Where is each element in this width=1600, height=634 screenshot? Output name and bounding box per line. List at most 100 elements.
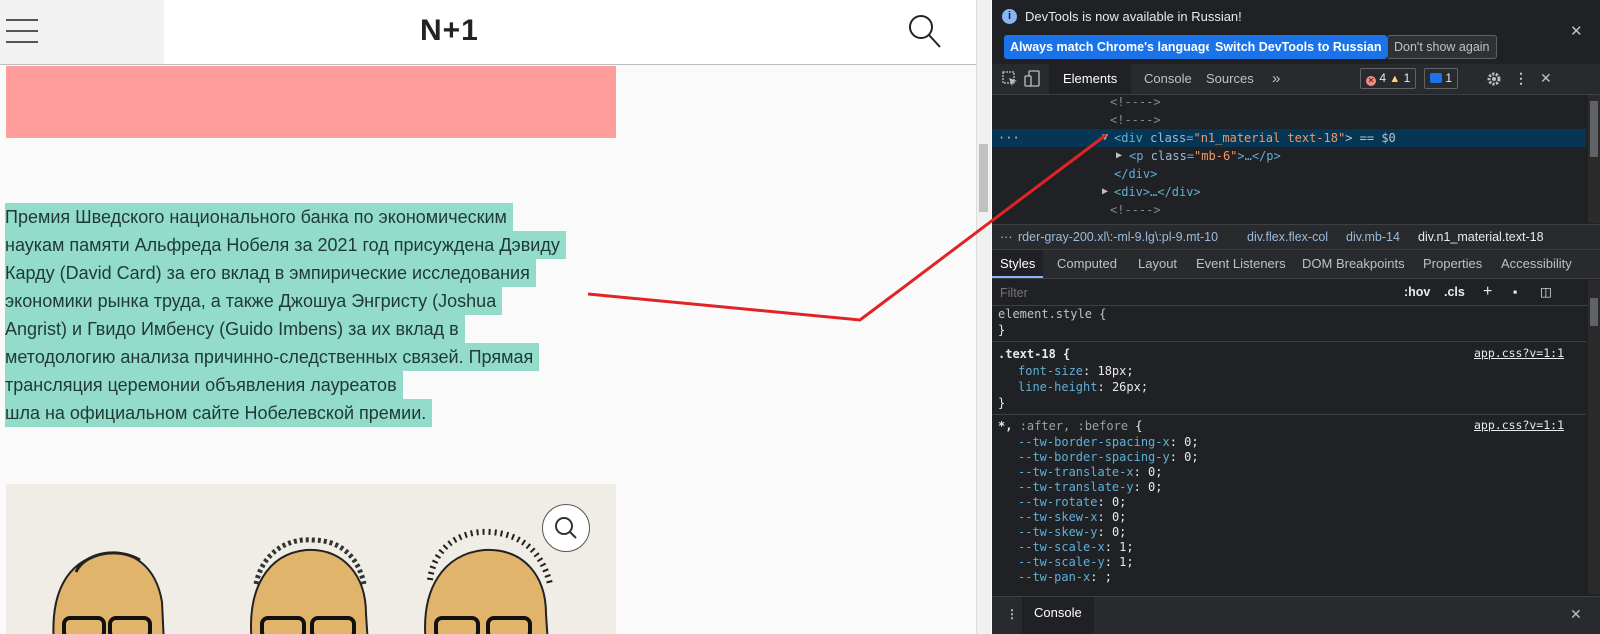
dom-node-child[interactable]: ▶ <p class="mb-6">…</p> bbox=[992, 147, 1586, 165]
dom-node-comment[interactable]: <!----> bbox=[992, 111, 1586, 129]
more-tabs-chevron-icon[interactable]: » bbox=[1272, 64, 1280, 94]
infobar-message: DevTools is now available in Russian! bbox=[1025, 9, 1242, 24]
property-value: 0; bbox=[1148, 480, 1163, 494]
page-scrollbar[interactable] bbox=[976, 0, 991, 634]
property-name: font-size bbox=[1018, 364, 1084, 378]
tab-event-listeners[interactable]: Event Listeners bbox=[1196, 250, 1286, 278]
tab-elements[interactable]: Elements bbox=[1049, 64, 1132, 94]
dom-node-comment[interactable]: <!----> bbox=[992, 201, 1586, 219]
article-line: Премия Шведского национального банка по … bbox=[5, 203, 513, 231]
close-devtools-icon[interactable]: ✕ bbox=[1540, 70, 1552, 87]
image-zoom-button[interactable] bbox=[542, 504, 590, 552]
infobar-close-icon[interactable]: ✕ bbox=[1570, 22, 1583, 40]
tab-computed[interactable]: Computed bbox=[1057, 250, 1117, 278]
settings-gear-icon[interactable] bbox=[1486, 71, 1502, 87]
comment-text: <!----> bbox=[1110, 95, 1161, 109]
magnifier-icon bbox=[555, 517, 577, 539]
style-property[interactable]: --tw-border-spacing-y: 0; bbox=[1018, 449, 1199, 465]
style-property[interactable]: font-size: 18px; bbox=[1018, 363, 1134, 379]
message-count: 1 bbox=[1445, 71, 1453, 85]
style-property[interactable]: line-height: 26px; bbox=[1018, 379, 1148, 395]
tab-layout[interactable]: Layout bbox=[1138, 250, 1177, 278]
tag-open: <div bbox=[1114, 131, 1151, 145]
dom-node-sibling[interactable]: ▶ <div>…</div> bbox=[992, 183, 1586, 201]
expand-triangle-icon[interactable]: ▶ bbox=[1102, 183, 1108, 201]
warning-count: 1 bbox=[1403, 71, 1411, 85]
styles-filter-bar: :hov .cls + ▪ ◫ bbox=[992, 279, 1600, 306]
attr-value: "mb-6" bbox=[1194, 149, 1238, 163]
dom-tree-scrollbar-thumb[interactable] bbox=[1590, 101, 1598, 157]
close-drawer-icon[interactable]: ✕ bbox=[1570, 606, 1582, 623]
tab-accessibility[interactable]: Accessibility bbox=[1501, 250, 1572, 278]
drawer-tab-console[interactable]: Console bbox=[1022, 597, 1094, 634]
console-drawer: ⋮ Console ✕ bbox=[992, 596, 1600, 634]
style-property[interactable]: --tw-translate-y: 0; bbox=[1018, 479, 1163, 495]
article-line: Angrist) и Гвидо Имбенсу (Guido Imbens) … bbox=[5, 315, 465, 343]
breadcrumb-item[interactable]: div.flex.flex-col bbox=[1247, 225, 1328, 249]
page-scrollbar-thumb[interactable] bbox=[979, 144, 988, 212]
inspect-element-icon[interactable] bbox=[1002, 71, 1018, 87]
element-style-selector[interactable]: element.style { bbox=[998, 306, 1106, 322]
rule-source-link[interactable]: app.css?v=1:1 bbox=[1474, 418, 1564, 432]
dom-node-comment[interactable]: <!----> bbox=[992, 95, 1586, 111]
tab-styles[interactable]: Styles bbox=[992, 250, 1044, 278]
dont-show-again-button[interactable]: Don't show again bbox=[1387, 35, 1497, 59]
devtools-main-tabs: Elements Console Sources » ✕ 4 ▲ 1 1 ⋮ ✕ bbox=[992, 64, 1600, 95]
property-name: --tw-translate-x bbox=[1018, 465, 1134, 479]
style-property[interactable]: --tw-skew-y: 0; bbox=[1018, 524, 1126, 540]
cls-toggle-button[interactable]: .cls bbox=[1444, 279, 1465, 305]
new-style-rule-icon[interactable]: + bbox=[1483, 279, 1492, 305]
style-property[interactable]: --tw-scale-x: 1; bbox=[1018, 539, 1134, 555]
property-name: --tw-skew-x bbox=[1018, 510, 1098, 524]
node-actions-ellipsis-icon[interactable]: ··· bbox=[998, 129, 1020, 147]
issues-counter[interactable]: ✕ 4 ▲ 1 bbox=[1360, 68, 1417, 89]
style-property[interactable]: --tw-translate-x: 0; bbox=[1018, 464, 1163, 480]
breadcrumb-item[interactable]: div.mb-14 bbox=[1346, 225, 1400, 249]
switch-language-button[interactable]: Switch DevTools to Russian bbox=[1209, 35, 1388, 59]
messages-counter[interactable]: 1 bbox=[1424, 68, 1459, 89]
property-name: --tw-border-spacing-x bbox=[1018, 435, 1170, 449]
child-node-markup: <p class="mb-6">…</p> bbox=[1129, 149, 1281, 163]
property-name: --tw-border-spacing-y bbox=[1018, 450, 1170, 464]
hov-toggle-button[interactable]: :hov bbox=[1404, 279, 1430, 305]
device-toolbar-icon[interactable] bbox=[1024, 70, 1040, 88]
site-logo[interactable]: N+1 bbox=[420, 14, 479, 48]
tab-properties[interactable]: Properties bbox=[1423, 250, 1482, 278]
property-value: 1; bbox=[1119, 540, 1134, 554]
search-icon[interactable] bbox=[908, 14, 942, 50]
menu-button[interactable] bbox=[0, 0, 164, 64]
drawer-menu-icon[interactable]: ⋮ bbox=[1006, 607, 1018, 621]
tab-dom-breakpoints[interactable]: DOM Breakpoints bbox=[1302, 250, 1405, 278]
breadcrumb-item[interactable]: rder-gray-200.xl\:-ml-9.lg\:pl-9.mt-10 bbox=[1018, 225, 1218, 249]
rule-selector-universal[interactable]: *, :after, :before { bbox=[998, 418, 1143, 434]
style-property[interactable]: --tw-pan-x: ; bbox=[1018, 569, 1112, 585]
message-icon bbox=[1430, 73, 1442, 83]
match-language-button[interactable]: Always match Chrome's language bbox=[1004, 35, 1219, 59]
breadcrumb-scroll-left-icon[interactable]: ··· bbox=[1000, 225, 1013, 249]
property-value: 0; bbox=[1184, 450, 1199, 464]
styles-scrollbar[interactable] bbox=[1588, 280, 1600, 594]
rule-selector-text-18[interactable]: .text-18 { bbox=[998, 346, 1070, 362]
dom-node-selected[interactable]: ··· ▼ <div class="n1_material text-18"> … bbox=[992, 129, 1586, 147]
styles-filter-input[interactable] bbox=[998, 283, 1382, 303]
style-property[interactable]: --tw-rotate: 0; bbox=[1018, 494, 1126, 510]
style-property[interactable]: --tw-skew-x: 0; bbox=[1018, 509, 1126, 525]
tab-sources[interactable]: Sources bbox=[1206, 64, 1254, 94]
style-property[interactable]: --tw-scale-y: 1; bbox=[1018, 554, 1134, 570]
property-value: ; bbox=[1104, 570, 1112, 584]
style-property[interactable]: --tw-border-spacing-x: 0; bbox=[1018, 434, 1199, 450]
property-name: --tw-scale-y bbox=[1018, 555, 1105, 569]
more-options-icon[interactable]: ⋮ bbox=[1514, 70, 1528, 87]
dom-tree-scrollbar[interactable] bbox=[1588, 95, 1600, 223]
rule-source-link[interactable]: app.css?v=1:1 bbox=[1474, 346, 1564, 360]
toggle-sidebar-icon[interactable]: ◫ bbox=[1540, 279, 1552, 305]
styles-scrollbar-thumb[interactable] bbox=[1590, 298, 1598, 326]
breadcrumb-item-current[interactable]: div.n1_material.text-18 bbox=[1418, 225, 1544, 249]
tab-console[interactable]: Console bbox=[1144, 64, 1192, 94]
collapse-triangle-icon[interactable]: ▼ bbox=[1102, 129, 1108, 147]
dom-node-close[interactable]: </div> bbox=[992, 165, 1586, 183]
toggle-rendering-emulations-icon[interactable]: ▪ bbox=[1513, 279, 1517, 305]
expand-triangle-icon[interactable]: ▶ bbox=[1116, 147, 1122, 165]
property-value: 0; bbox=[1184, 435, 1199, 449]
collapsed-div: <div>…</div> bbox=[1114, 185, 1201, 199]
